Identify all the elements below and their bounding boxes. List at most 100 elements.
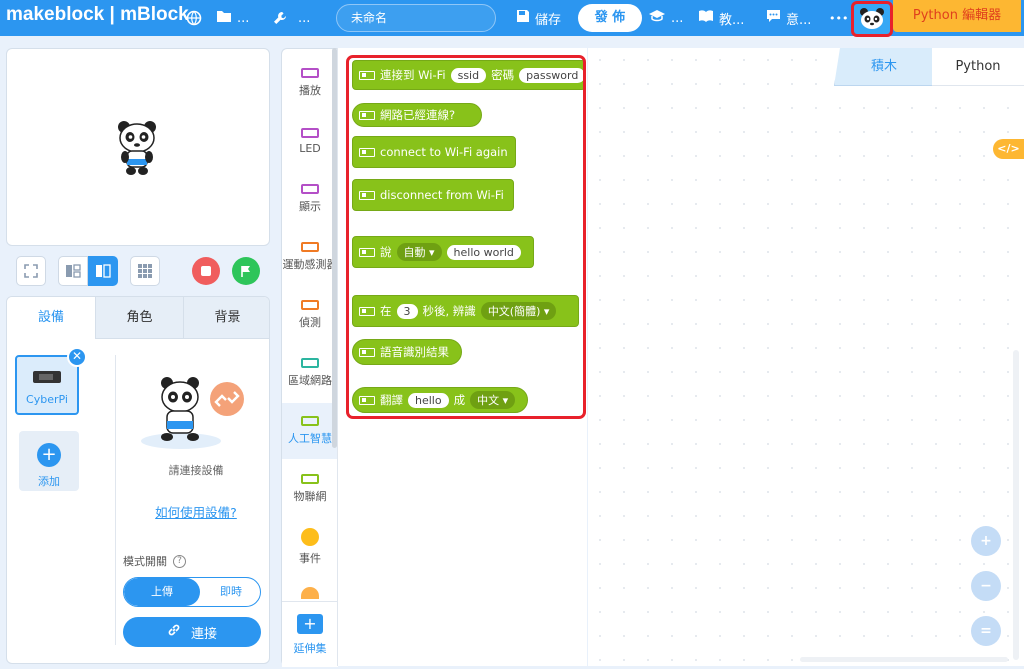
- category-led[interactable]: LED: [282, 113, 338, 169]
- wrench-icon[interactable]: [272, 0, 288, 36]
- connect-button[interactable]: 連接: [123, 617, 261, 647]
- category-display[interactable]: 顯示: [282, 171, 338, 227]
- user-avatar-button[interactable]: [851, 1, 893, 37]
- mode-label-text: 模式開關: [123, 555, 167, 568]
- help-icon[interactable]: ?: [173, 554, 186, 568]
- add-extension-icon: +: [297, 613, 323, 634]
- lan-category-icon: [301, 358, 319, 368]
- zoom-reset-icon[interactable]: =: [971, 616, 1001, 646]
- device-panel: 設備 角色 背景 CyberPi ✕ + 添加 請連接設備 如何使用設備? 模式…: [6, 296, 270, 664]
- category-events[interactable]: 事件: [282, 519, 338, 575]
- save-icon: [516, 9, 530, 27]
- how-to-use-link[interactable]: 如何使用設備?: [131, 502, 261, 521]
- category-play[interactable]: 播放: [282, 55, 338, 111]
- flag-icon: [241, 265, 250, 277]
- category-label: 顯示: [299, 200, 321, 213]
- stop-button[interactable]: [192, 257, 220, 285]
- app-logo: makeblock | mBlock: [6, 4, 189, 25]
- wrench-menu-more[interactable]: ...: [298, 0, 310, 36]
- panda-sprite[interactable]: [115, 119, 159, 177]
- sensing-category-icon: [301, 300, 319, 310]
- category-sensing[interactable]: 偵測: [282, 287, 338, 343]
- tab-blocks[interactable]: 積木: [834, 48, 934, 86]
- zoom-in-icon[interactable]: +: [971, 526, 1001, 556]
- motion-sensor-category-icon: [301, 242, 319, 252]
- category-label: 區域網路: [288, 374, 332, 387]
- tutorials-menu[interactable]: 教...: [698, 0, 744, 36]
- save-button[interactable]: 儲存: [516, 0, 561, 36]
- grid-view-button[interactable]: [130, 256, 160, 286]
- next-category-icon[interactable]: [301, 587, 319, 599]
- panda-disconnected-illustration: [141, 377, 244, 449]
- category-label: 運動感測器: [282, 258, 338, 271]
- iot-category-icon: [301, 474, 319, 484]
- save-label: 儲存: [535, 12, 562, 28]
- category-lan[interactable]: 區域網路: [282, 345, 338, 401]
- python-editor-button[interactable]: Python 編輯器: [893, 0, 1021, 32]
- category-iot[interactable]: 物聯網: [282, 461, 338, 517]
- display-category-icon: [301, 184, 319, 194]
- add-label: 添加: [38, 475, 60, 488]
- book-icon: [698, 9, 714, 27]
- more-menu-icon[interactable]: •••: [829, 0, 848, 36]
- feedback-menu[interactable]: 意...: [766, 0, 811, 36]
- remove-device-icon[interactable]: ✕: [67, 347, 87, 367]
- category-label: 事件: [299, 552, 321, 565]
- events-category-icon: [301, 528, 319, 546]
- small-stage-icon: [66, 264, 81, 278]
- academy-menu[interactable]: ...: [648, 0, 683, 36]
- plus-icon: +: [37, 443, 61, 467]
- divider: [115, 355, 116, 645]
- tab-backgrounds[interactable]: 背景: [183, 297, 269, 339]
- script-workspace[interactable]: [588, 48, 1024, 666]
- panda-icon: [860, 8, 884, 29]
- green-flag-button[interactable]: [232, 257, 260, 285]
- category-motion-sensor[interactable]: 運動感測器: [282, 229, 338, 285]
- stop-icon: [201, 266, 211, 276]
- led-category-icon: [301, 127, 319, 138]
- live-mode-option[interactable]: 即時: [200, 578, 260, 606]
- publish-button[interactable]: 發 佈: [578, 4, 642, 32]
- project-name-input[interactable]: 未命名: [336, 4, 496, 32]
- large-stage-button[interactable]: [88, 256, 118, 286]
- tab-sprites[interactable]: 角色: [95, 297, 183, 339]
- stage-canvas[interactable]: [6, 48, 270, 246]
- mode-switch[interactable]: 上傳 即時: [123, 577, 261, 607]
- connect-prompt: 請連接設備: [168, 464, 224, 477]
- device-name: CyberPi: [26, 393, 68, 406]
- chat-icon: [766, 9, 781, 27]
- grid-icon: [138, 264, 152, 278]
- workspace-vertical-scrollbar[interactable]: [1013, 350, 1019, 660]
- top-bar: makeblock | mBlock ... ... 未命名 儲存 發 佈 ..…: [0, 0, 1024, 37]
- device-card-cyberpi[interactable]: CyberPi ✕: [15, 347, 87, 415]
- extensions-button[interactable]: + 延伸集: [282, 601, 338, 667]
- graduation-cap-icon: [648, 9, 666, 27]
- category-label: 人工智慧: [288, 432, 332, 445]
- small-stage-button[interactable]: [58, 256, 88, 286]
- large-stage-icon: [96, 264, 111, 278]
- folder-menu[interactable]: ...: [216, 0, 249, 36]
- category-label: 偵測: [299, 316, 321, 329]
- fullscreen-icon: [24, 264, 38, 278]
- link-icon: [167, 623, 181, 641]
- tutorials-label: 教...: [719, 12, 745, 28]
- code-toggle-icon[interactable]: </>: [993, 139, 1024, 159]
- connect-label: 連接: [190, 626, 217, 642]
- play-category-icon: [301, 68, 319, 78]
- zoom-out-icon[interactable]: −: [971, 571, 1001, 601]
- globe-icon[interactable]: [186, 0, 202, 36]
- folder-menu-label: ...: [237, 10, 250, 26]
- upload-mode-option[interactable]: 上傳: [124, 578, 200, 606]
- feedback-label: 意...: [786, 12, 812, 28]
- tab-python[interactable]: Python: [932, 48, 1024, 86]
- highlight-box: [346, 55, 586, 419]
- category-ai[interactable]: 人工智慧: [282, 403, 338, 459]
- fullscreen-button[interactable]: [16, 256, 46, 286]
- tab-devices[interactable]: 設備: [7, 297, 95, 339]
- folder-icon: [216, 9, 232, 27]
- academy-label: ...: [671, 10, 684, 26]
- add-device-button[interactable]: + 添加: [19, 431, 79, 491]
- category-label: LED: [299, 141, 321, 155]
- workspace-horizontal-scrollbar[interactable]: [800, 657, 1008, 662]
- ai-category-icon: [301, 416, 319, 426]
